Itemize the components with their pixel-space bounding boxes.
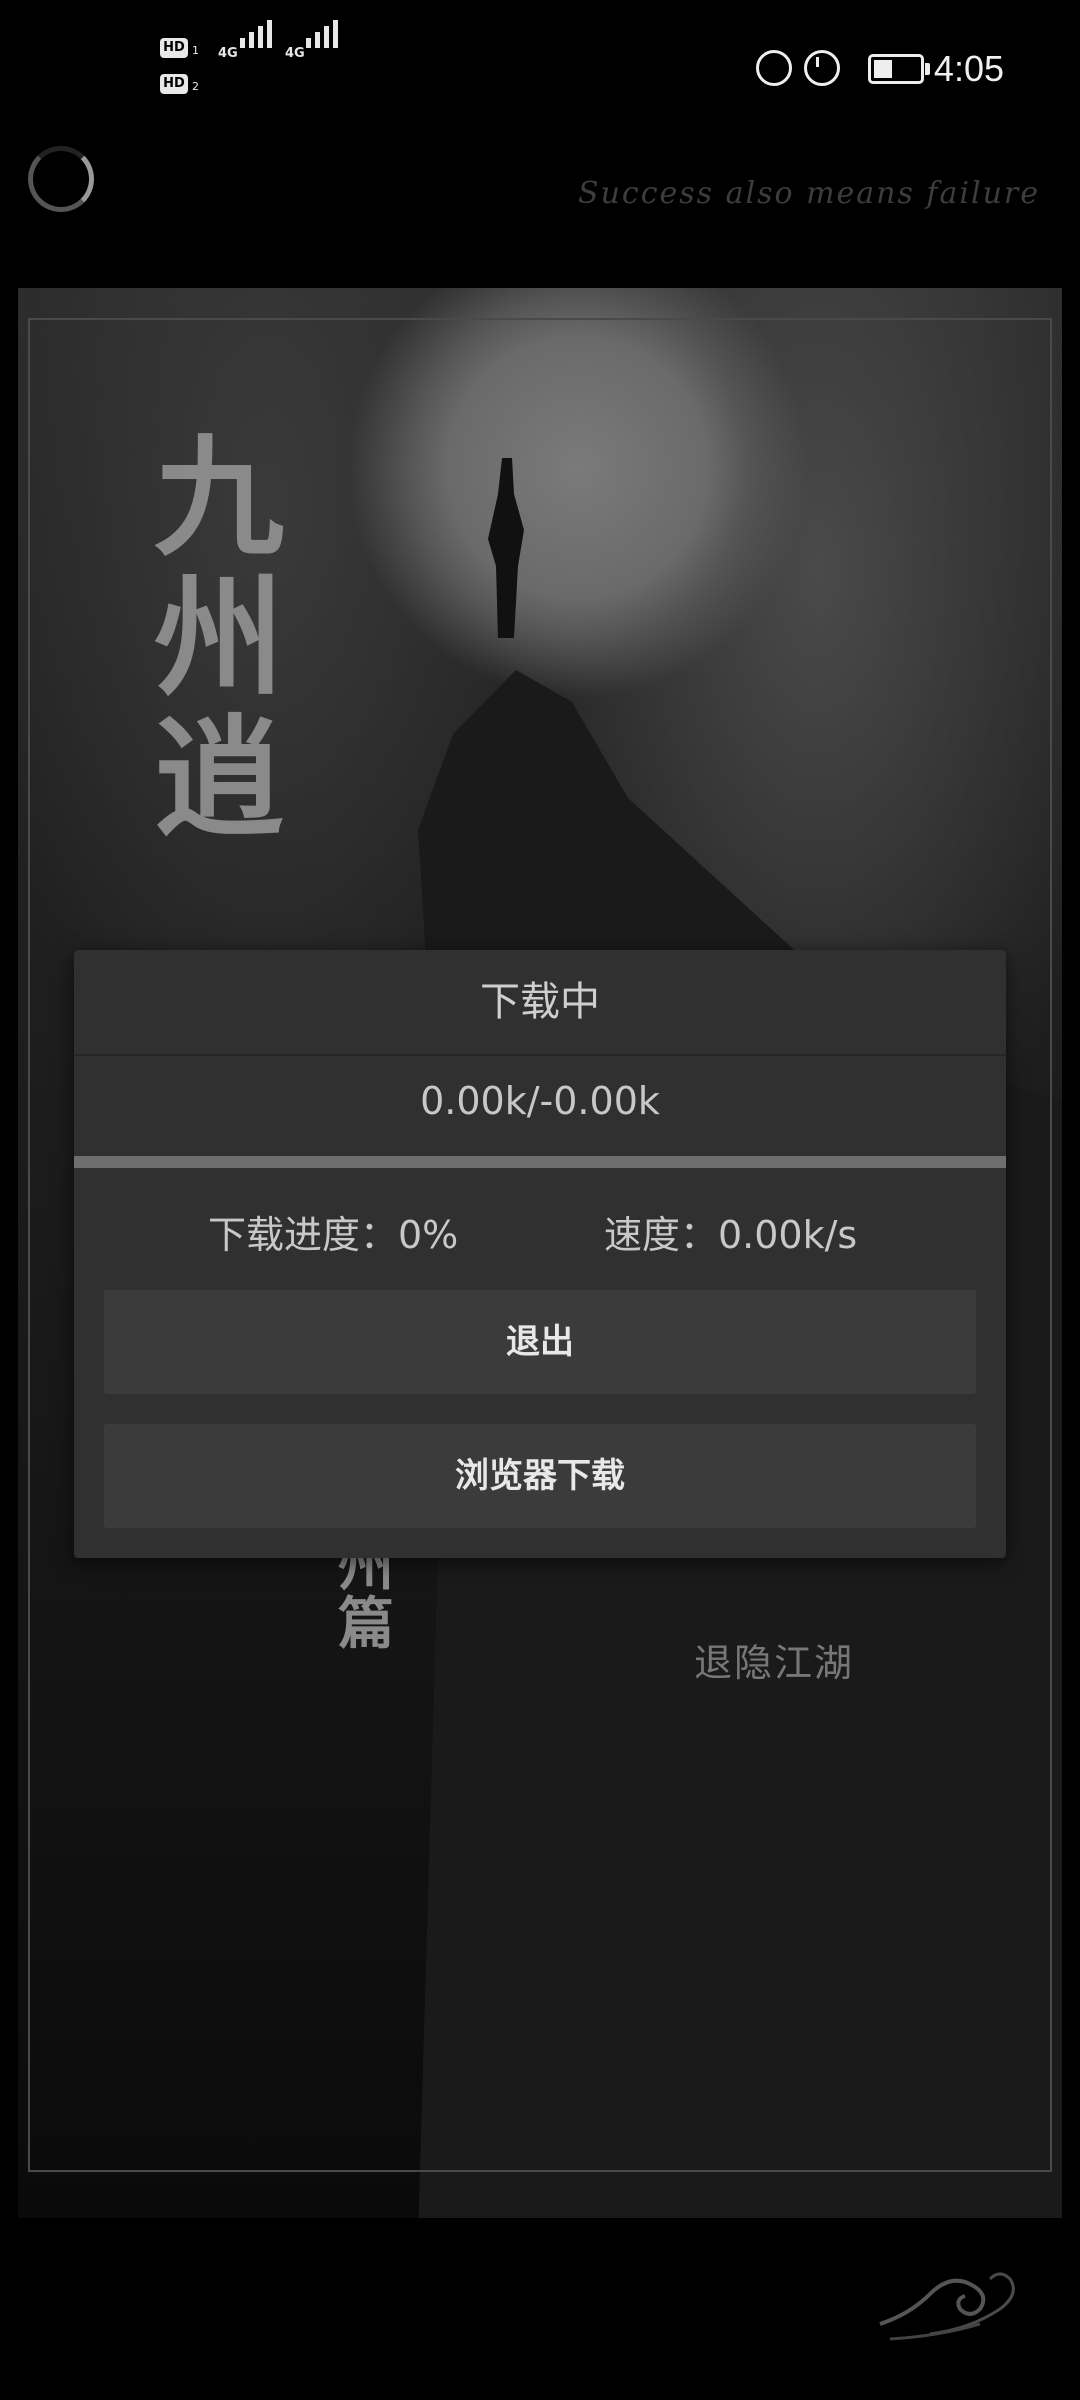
poster-title-char: 州	[154, 561, 285, 714]
network-type-2: 4G	[285, 46, 305, 61]
download-progress-bar	[74, 1156, 1006, 1168]
poster-tagline: 退隐江湖	[694, 1641, 855, 1685]
download-size-text: 0.00k/-0.00k	[420, 1079, 660, 1123]
data-saver-icon	[756, 50, 792, 86]
loading-spinner-icon	[28, 146, 94, 212]
download-progress-label: 下载进度：0%	[208, 1213, 459, 1257]
status-bar: HD 1 HD 2 4G 4G 4:05	[0, 0, 1080, 140]
hd-badge-2: HD	[160, 74, 188, 94]
download-stats: 下载进度：0% 速度：0.00k/s	[74, 1204, 1006, 1260]
poster-title-char: 九	[154, 421, 285, 574]
exit-button[interactable]: 退出	[104, 1290, 976, 1394]
battery-icon	[868, 54, 930, 84]
clock: 4:05	[933, 48, 1004, 89]
motto-text: Success also means failure	[578, 176, 1040, 211]
download-speed-label: 速度：0.00k/s	[604, 1213, 858, 1257]
dialog-title: 下载中	[480, 979, 600, 1025]
hd-badge-1: HD	[160, 38, 188, 58]
cloud-swirl-icon	[879, 2272, 1015, 2341]
sim-index-1: 1	[192, 44, 199, 57]
sim-index-2: 2	[192, 80, 199, 93]
poster-title: 九 州 逍	[154, 428, 294, 848]
network-type-1: 4G	[218, 46, 238, 61]
download-dialog: 下载中 0.00k/-0.00k 下载进度：0% 速度：0.00k/s 退出 浏…	[74, 950, 1006, 1558]
poster-subtitle-char: 篇	[338, 1592, 394, 1657]
poster-title-char: 逍	[154, 701, 285, 854]
browser-download-button[interactable]: 浏览器下载	[104, 1424, 976, 1528]
alarm-icon	[804, 50, 840, 86]
